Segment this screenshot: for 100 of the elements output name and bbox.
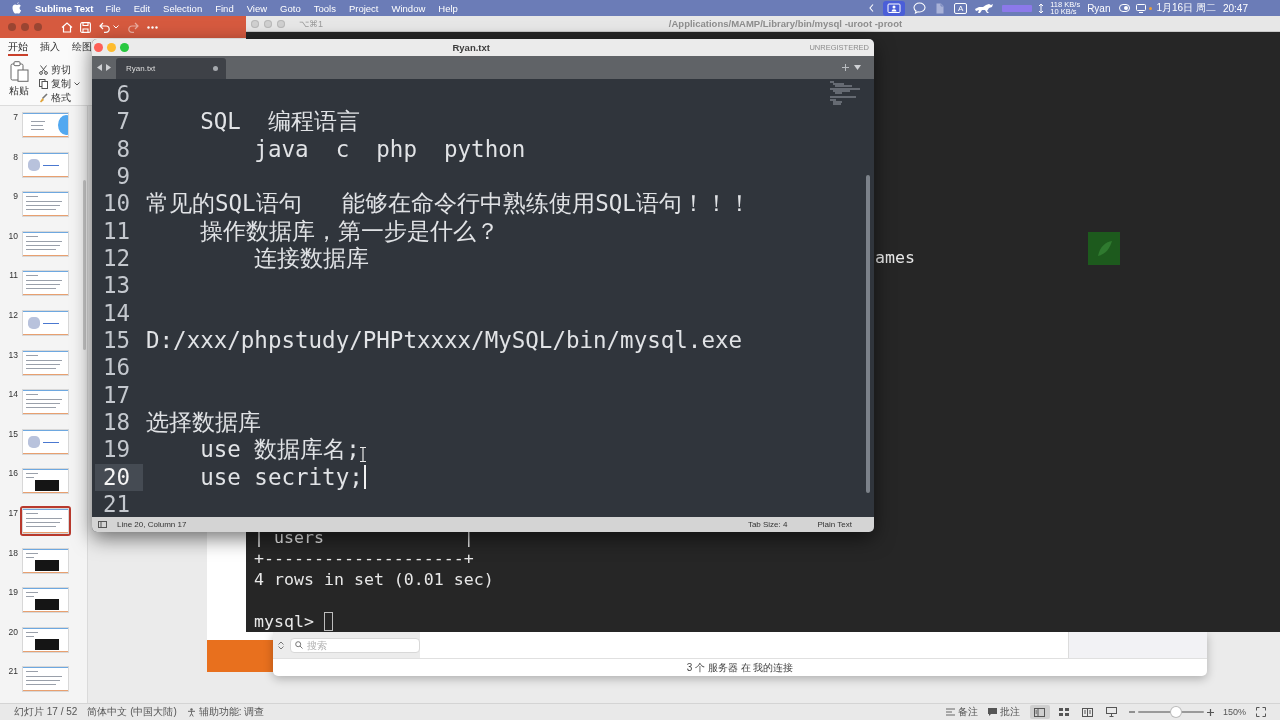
- slide-position: 幻灯片 17 / 52: [14, 705, 78, 719]
- forward-arrow-icon[interactable]: [106, 64, 111, 71]
- slide-thumbnail[interactable]: [20, 189, 71, 220]
- back-arrow-icon[interactable]: [97, 64, 102, 71]
- ribbon-tab[interactable]: 插入: [40, 40, 60, 56]
- zoom-button[interactable]: [120, 43, 129, 52]
- home-icon[interactable]: [61, 21, 73, 33]
- sort-arrows-icon[interactable]: [278, 640, 284, 650]
- format-painter-button[interactable]: 格式: [39, 91, 80, 104]
- slide-thumbnail[interactable]: [20, 110, 71, 140]
- zoom-out-button[interactable]: [1128, 709, 1135, 715]
- slide-thumbnail[interactable]: [20, 347, 71, 378]
- chevron-left-icon[interactable]: [868, 4, 874, 12]
- toggle-icon[interactable]: [1118, 4, 1130, 12]
- copy-button[interactable]: 复制: [39, 77, 80, 90]
- slide-thumbnail[interactable]: [20, 466, 71, 497]
- line-number: 9: [115, 163, 131, 191]
- menu-date[interactable]: 1月16日 周二: [1156, 1, 1216, 15]
- text-cursor-icon: [363, 465, 366, 490]
- notes-button[interactable]: 备注: [945, 705, 978, 719]
- slide-thumbnail[interactable]: [20, 228, 71, 259]
- chat-bubble-icon[interactable]: [912, 2, 926, 14]
- block-cursor-icon: [323, 612, 333, 631]
- cut-button[interactable]: 剪切: [39, 63, 80, 76]
- fit-window-button[interactable]: [1256, 707, 1266, 717]
- slide-number: 16: [7, 468, 18, 479]
- minimap[interactable]: [830, 81, 862, 106]
- close-button[interactable]: [94, 43, 103, 52]
- language-status[interactable]: 简体中文 (中国大陆): [87, 705, 177, 719]
- user-name[interactable]: Ryan: [1087, 2, 1111, 14]
- slide-thumbnail[interactable]: [20, 307, 71, 338]
- normal-view-button[interactable]: [1029, 705, 1050, 719]
- menu-item[interactable]: Tools: [313, 2, 336, 14]
- menu-item[interactable]: View: [246, 2, 268, 14]
- line-number: 19: [101, 436, 131, 464]
- server-count: 3 个 服务器 在 我的连接: [686, 660, 794, 675]
- ibeam-pointer-icon: [360, 447, 366, 462]
- accessibility-status[interactable]: 辅助功能: 调查: [186, 705, 265, 719]
- ribbon-tab[interactable]: 开始: [8, 40, 28, 56]
- slide-thumbnail[interactable]: [20, 664, 71, 695]
- menu-item[interactable]: Goto: [280, 2, 301, 14]
- slide-thumbnail[interactable]: [20, 149, 71, 180]
- transfer-icon[interactable]: [1038, 2, 1045, 14]
- slide-thumbnail[interactable]: [20, 387, 71, 418]
- menu-item[interactable]: Edit: [133, 2, 151, 14]
- slider-thumb[interactable]: [1170, 707, 1181, 717]
- search-field[interactable]: 搜索: [290, 637, 420, 653]
- apple-icon[interactable]: [12, 2, 22, 14]
- scrollbar[interactable]: [83, 180, 86, 350]
- slide-thumbnail[interactable]: [20, 545, 71, 576]
- slide-thumbnail[interactable]: [20, 624, 71, 655]
- document-icon[interactable]: [935, 2, 944, 14]
- caret-icon[interactable]: [113, 25, 119, 29]
- running-animal-icon[interactable]: [974, 2, 995, 14]
- panel-toggle-icon[interactable]: [98, 521, 107, 528]
- file-tab[interactable]: Ryan.txt: [116, 58, 226, 79]
- line-number: 10: [101, 190, 131, 218]
- notes-icon: [945, 708, 955, 716]
- status-dot-icon: [1148, 6, 1152, 10]
- tab-size-setting[interactable]: Tab Size: 4: [747, 520, 788, 529]
- code-line: 操作数据库，第一步是什么？: [199, 217, 500, 245]
- line-number: 6: [115, 81, 131, 109]
- dropdown-caret-icon[interactable]: [854, 65, 861, 70]
- slide-thumbnail[interactable]: [20, 426, 71, 457]
- menu-item[interactable]: Window: [391, 2, 426, 14]
- display-icon[interactable]: [1135, 3, 1146, 13]
- more-icon[interactable]: [147, 25, 158, 29]
- comments-button[interactable]: 批注: [987, 705, 1020, 719]
- ribbon-tab[interactable]: 绘图: [72, 40, 92, 56]
- zoom-in-button[interactable]: [1206, 708, 1214, 716]
- slide-number: 18: [7, 547, 18, 558]
- cursor-position: Line 20, Column 17: [117, 520, 187, 529]
- slide-thumbnail[interactable]: [20, 268, 71, 299]
- terminal-output: +--------------------+: [254, 548, 474, 569]
- redo-icon[interactable]: [127, 21, 139, 33]
- save-icon[interactable]: [80, 21, 91, 33]
- menu-item[interactable]: Help: [438, 2, 458, 14]
- code-line: 常见的SQL语句 能够在命令行中熟练使用SQL语句！！！: [146, 190, 751, 218]
- menu-item[interactable]: Selection: [163, 2, 203, 14]
- menu-item[interactable]: Project: [348, 2, 379, 14]
- plus-icon[interactable]: [842, 64, 849, 71]
- brush-icon: [39, 92, 48, 103]
- code-line: SQL 编程语言: [199, 108, 360, 136]
- slide-thumbnail[interactable]: [20, 505, 71, 536]
- menu-item[interactable]: Find: [215, 2, 234, 14]
- menu-item[interactable]: File: [105, 2, 121, 14]
- terminal-output: 4 rows in set (0.01 sec): [254, 569, 494, 590]
- zoom-level[interactable]: 150%: [1222, 707, 1246, 717]
- menu-clock[interactable]: 20:47: [1222, 2, 1248, 14]
- paste-button[interactable]: 粘贴: [9, 61, 29, 104]
- slide-thumbnail[interactable]: [20, 585, 71, 616]
- input-source-indicator[interactable]: A: [953, 2, 968, 14]
- screen-person-icon[interactable]: [882, 0, 905, 16]
- accessibility-icon: [186, 707, 196, 717]
- syntax-setting[interactable]: Plain Text: [817, 520, 852, 529]
- undo-icon[interactable]: [99, 21, 111, 33]
- scrollbar[interactable]: [866, 175, 870, 493]
- app-menu[interactable]: Sublime Text: [35, 2, 94, 14]
- clipboard-icon: [9, 61, 29, 82]
- slide-number: 13: [7, 349, 18, 360]
